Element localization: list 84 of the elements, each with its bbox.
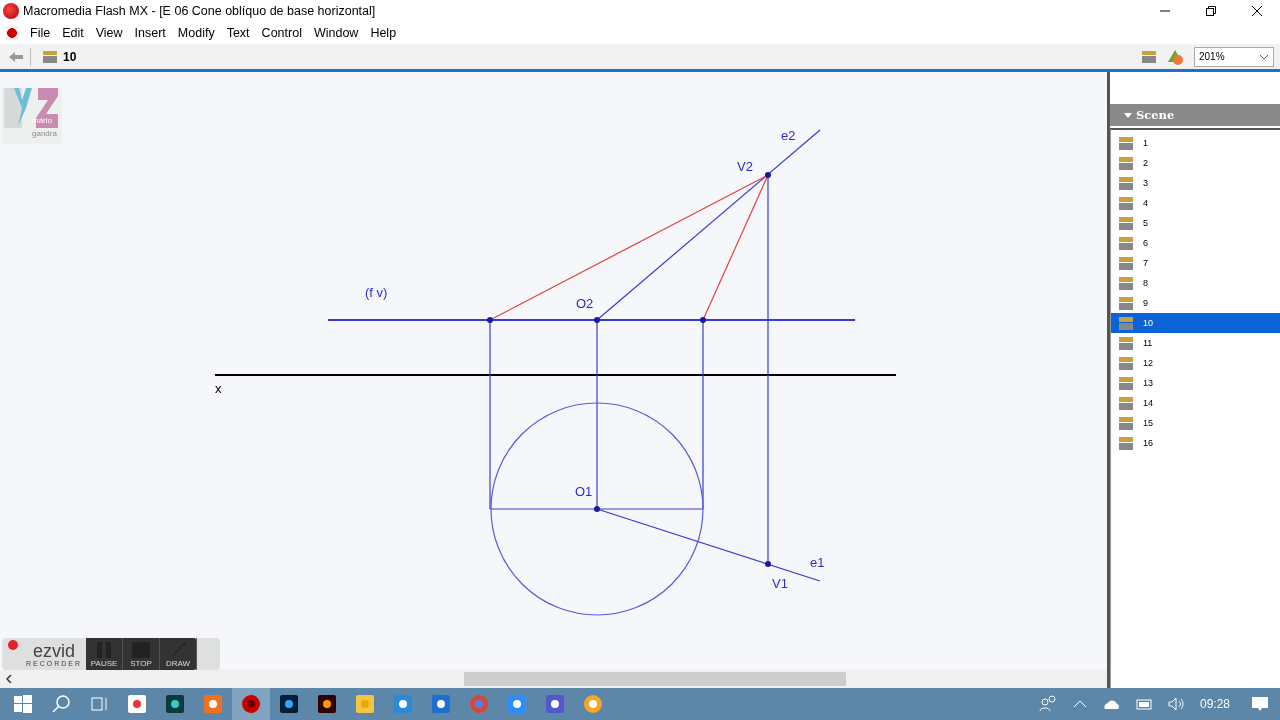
chevron-down-icon[interactable] xyxy=(1259,53,1269,60)
scene-item[interactable]: 16 xyxy=(1111,433,1280,453)
scene-item[interactable]: 6 xyxy=(1111,233,1280,253)
scene-item[interactable]: 12 xyxy=(1111,353,1280,373)
scene-item[interactable]: 9 xyxy=(1111,293,1280,313)
people-icon[interactable] xyxy=(1037,694,1058,714)
point-label: V2 xyxy=(737,159,753,175)
scene-icon xyxy=(1119,216,1133,230)
scene-icon xyxy=(1119,256,1133,270)
point-label: e1 xyxy=(810,555,825,571)
point-label: O1 xyxy=(575,484,593,500)
point-label: x xyxy=(215,381,222,397)
app-icon[interactable] xyxy=(317,694,337,714)
app-icon[interactable] xyxy=(127,694,147,714)
record-indicator-icon xyxy=(8,640,18,650)
scene-icon xyxy=(1119,296,1133,310)
search-icon[interactable] xyxy=(51,694,71,714)
point-label: O2 xyxy=(576,296,594,312)
point-label: (f v) xyxy=(365,285,388,301)
app-icon[interactable] xyxy=(583,694,603,714)
scene-item[interactable]: 13 xyxy=(1111,373,1280,393)
flash-logo-icon xyxy=(3,3,19,19)
recorder-button[interactable]: STOP xyxy=(123,638,161,670)
scene-item[interactable]: 5 xyxy=(1111,213,1280,233)
scene-item[interactable]: 1 xyxy=(1111,133,1280,153)
scene-icon xyxy=(1119,376,1133,390)
app-icon[interactable] xyxy=(203,694,223,714)
app-icon[interactable] xyxy=(507,694,527,714)
menu-item[interactable]: File xyxy=(24,26,57,40)
scene-item[interactable]: 3 xyxy=(1111,173,1280,193)
menu-item[interactable]: Text xyxy=(220,26,256,40)
recorder-logo: ezvid xyxy=(33,641,76,660)
recorder-button[interactable]: PAUSE xyxy=(86,638,124,670)
scene-icon xyxy=(1119,416,1133,430)
windows-start-icon[interactable] xyxy=(13,694,33,714)
task-view-icon[interactable] xyxy=(89,694,109,714)
zoom-dropdown[interactable]: 201% xyxy=(1194,46,1274,67)
scene-icon xyxy=(1119,176,1133,190)
scene-item[interactable]: 10 xyxy=(1111,313,1280,333)
scene-name: 10 xyxy=(63,49,77,64)
scene-icon xyxy=(43,50,57,63)
recorder-button[interactable]: DRAW xyxy=(160,638,198,670)
menu-item[interactable]: View xyxy=(89,26,129,40)
scene-icon xyxy=(1119,316,1133,330)
scene-icon xyxy=(1119,156,1133,170)
logo-text: gandra xyxy=(32,129,57,138)
app-icon[interactable] xyxy=(431,694,451,714)
window-title: Macromedia Flash MX - [E 06 Cone oblíquo de base horizontal] xyxy=(23,4,376,18)
app-icon[interactable] xyxy=(545,694,565,714)
restore-icon[interactable] xyxy=(1205,5,1217,17)
scene-item[interactable]: 4 xyxy=(1111,193,1280,213)
menu-item[interactable]: Insert xyxy=(128,26,172,40)
app-icon[interactable] xyxy=(279,694,299,714)
scene-item[interactable]: 7 xyxy=(1111,253,1280,273)
edit-scene-icon[interactable] xyxy=(1142,50,1156,63)
point-label: V1 xyxy=(772,576,788,592)
menu-item[interactable]: Help xyxy=(364,26,403,40)
scene-item[interactable]: 8 xyxy=(1111,273,1280,293)
scene-icon xyxy=(1119,336,1133,350)
app-icon[interactable] xyxy=(232,688,270,720)
scene-icon xyxy=(1119,396,1133,410)
menu-item[interactable]: Edit xyxy=(56,26,90,40)
back-arrow-icon[interactable] xyxy=(8,50,24,63)
app-icon[interactable] xyxy=(393,694,413,714)
clock-time[interactable]: 09:28 xyxy=(1199,697,1230,711)
scene-icon xyxy=(1119,196,1133,210)
scene-icon xyxy=(1119,276,1133,290)
scene-icon xyxy=(1119,356,1133,370)
scene-item[interactable]: 14 xyxy=(1111,393,1280,413)
menu-item[interactable]: Control xyxy=(255,26,308,40)
scene-icon xyxy=(1119,436,1133,450)
scene-item[interactable]: 11 xyxy=(1111,333,1280,353)
scrollbar-thumb[interactable] xyxy=(464,672,846,686)
scene-icon xyxy=(1119,236,1133,250)
close-icon[interactable] xyxy=(1251,5,1263,17)
document-icon[interactable] xyxy=(6,26,18,40)
menu-item[interactable]: Window xyxy=(307,26,365,40)
point-label: e2 xyxy=(781,128,796,144)
logo-icon xyxy=(2,88,60,128)
menu-item[interactable]: Modify xyxy=(171,26,221,40)
app-icon[interactable] xyxy=(165,694,185,714)
scene-item[interactable]: 15 xyxy=(1111,413,1280,433)
scene-icon xyxy=(1119,136,1133,150)
scene-item[interactable]: 2 xyxy=(1111,153,1280,173)
